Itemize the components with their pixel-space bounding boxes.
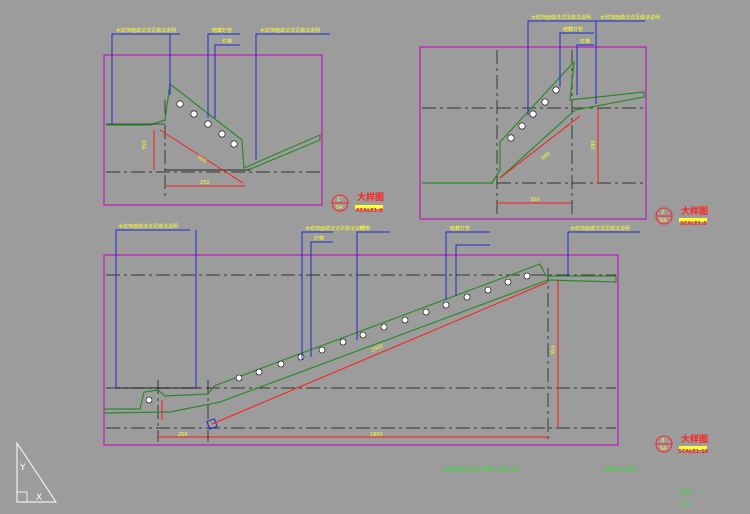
dimension-label: 1800 — [370, 432, 383, 438]
drawing-title-block: 2 54 大样图 SCALE1:8 — [655, 205, 708, 227]
callout-text: 灯带 — [314, 235, 324, 242]
dimension-label: 800 — [541, 151, 552, 162]
drawing-title: 大样图 — [681, 205, 708, 217]
drawing-scale: SCALE1:8 — [356, 208, 383, 214]
ucs-x-label: X — [36, 493, 42, 503]
svg-text:1: 1 — [337, 197, 340, 203]
callout-text: 暗藏灯管 — [563, 26, 583, 33]
callout-text: 暗藏灯管 — [450, 225, 470, 232]
callout-text: 灯带 — [222, 38, 232, 45]
light-fixtures — [176, 100, 238, 148]
dimension-line — [211, 281, 549, 425]
dimension-label: 350 — [551, 345, 557, 355]
note-text: 一层楼梯大样图 — [600, 466, 635, 473]
drawing-title-block: 1 54 大样图 SCALE1:8 — [331, 191, 384, 214]
dimension-label: 350 — [142, 140, 148, 150]
note-text: 台阶踏步做法详见楼梯大样施工图 — [442, 466, 517, 473]
callout-text: 木纹饰面做法详见做法说明 — [116, 27, 176, 34]
svg-text:3: 3 — [661, 438, 664, 444]
dimension-line — [499, 115, 581, 179]
callout-text: 木纹饰面做法详见做法说明 — [600, 14, 660, 21]
dimension-label: 350 — [530, 197, 540, 203]
cad-drawing-canvas[interactable]: 350 900 250 木纹饰面做法详见做法说明 暗藏灯管 灯带 木纹饰面做法详… — [0, 0, 750, 514]
stair-outline — [106, 82, 321, 171]
stair-outline — [103, 263, 617, 414]
ucs-y-label: Y — [19, 463, 26, 473]
callout-text: 木纹饰面做法详见做法说明 — [260, 27, 320, 34]
callout-text: 木纹饰面做法详见做法说明 — [570, 225, 630, 232]
drawing-frame — [419, 46, 647, 220]
detail-drawing-top-left: 350 900 250 木纹饰面做法详见做法说明 暗藏灯管 灯带 木纹饰面做法详… — [103, 27, 384, 214]
callout-text: 木纹饰面做法详见做法说明 — [531, 14, 591, 21]
drawing-scale: SCALE1:10 — [678, 449, 709, 455]
ucs-icon: Y X — [16, 441, 57, 503]
svg-text:54: 54 — [660, 446, 666, 452]
svg-text:54: 54 — [336, 205, 342, 211]
callout-text: 灯带 — [580, 38, 590, 45]
corner-note: 比例尺 — [678, 489, 693, 496]
light-fixtures — [145, 272, 531, 404]
dimension-label: 900 — [196, 155, 207, 165]
detail-drawing-top-right: 800 290 350 木纹饰面做法详见做法说明 暗藏灯管 灯带 木纹饰面做法详… — [419, 14, 708, 227]
dimension-label: 250 — [178, 432, 188, 438]
detail-drawing-bottom: 2900 350 250 1800 木纹饰面做法详见做法说明 木纹饰面做法详见做… — [103, 223, 709, 455]
callout-text: 灯带 — [360, 225, 370, 232]
drawing-frame — [103, 54, 323, 206]
light-fixtures — [507, 86, 560, 142]
drawing-title-block: 3 54 大样图 SCALE1:10 — [655, 433, 709, 455]
dimension-label: 250 — [200, 180, 210, 186]
dimension-label: 290 — [591, 140, 597, 150]
callout-leaders — [115, 229, 640, 388]
svg-text:2: 2 — [661, 210, 664, 216]
drawing-title: 大样图 — [681, 433, 708, 445]
callout-text: 木纹饰面做法详见做法说明 — [305, 225, 365, 232]
corner-note: 1:50 — [680, 502, 691, 508]
svg-text:54: 54 — [660, 218, 666, 224]
callout-text: 暗藏灯管 — [212, 27, 232, 34]
stair-outline — [422, 60, 645, 184]
callout-text: 木纹饰面做法详见做法说明 — [118, 223, 178, 230]
drawing-scale: SCALE1:8 — [680, 221, 707, 227]
drawing-title: 大样图 — [357, 191, 384, 203]
